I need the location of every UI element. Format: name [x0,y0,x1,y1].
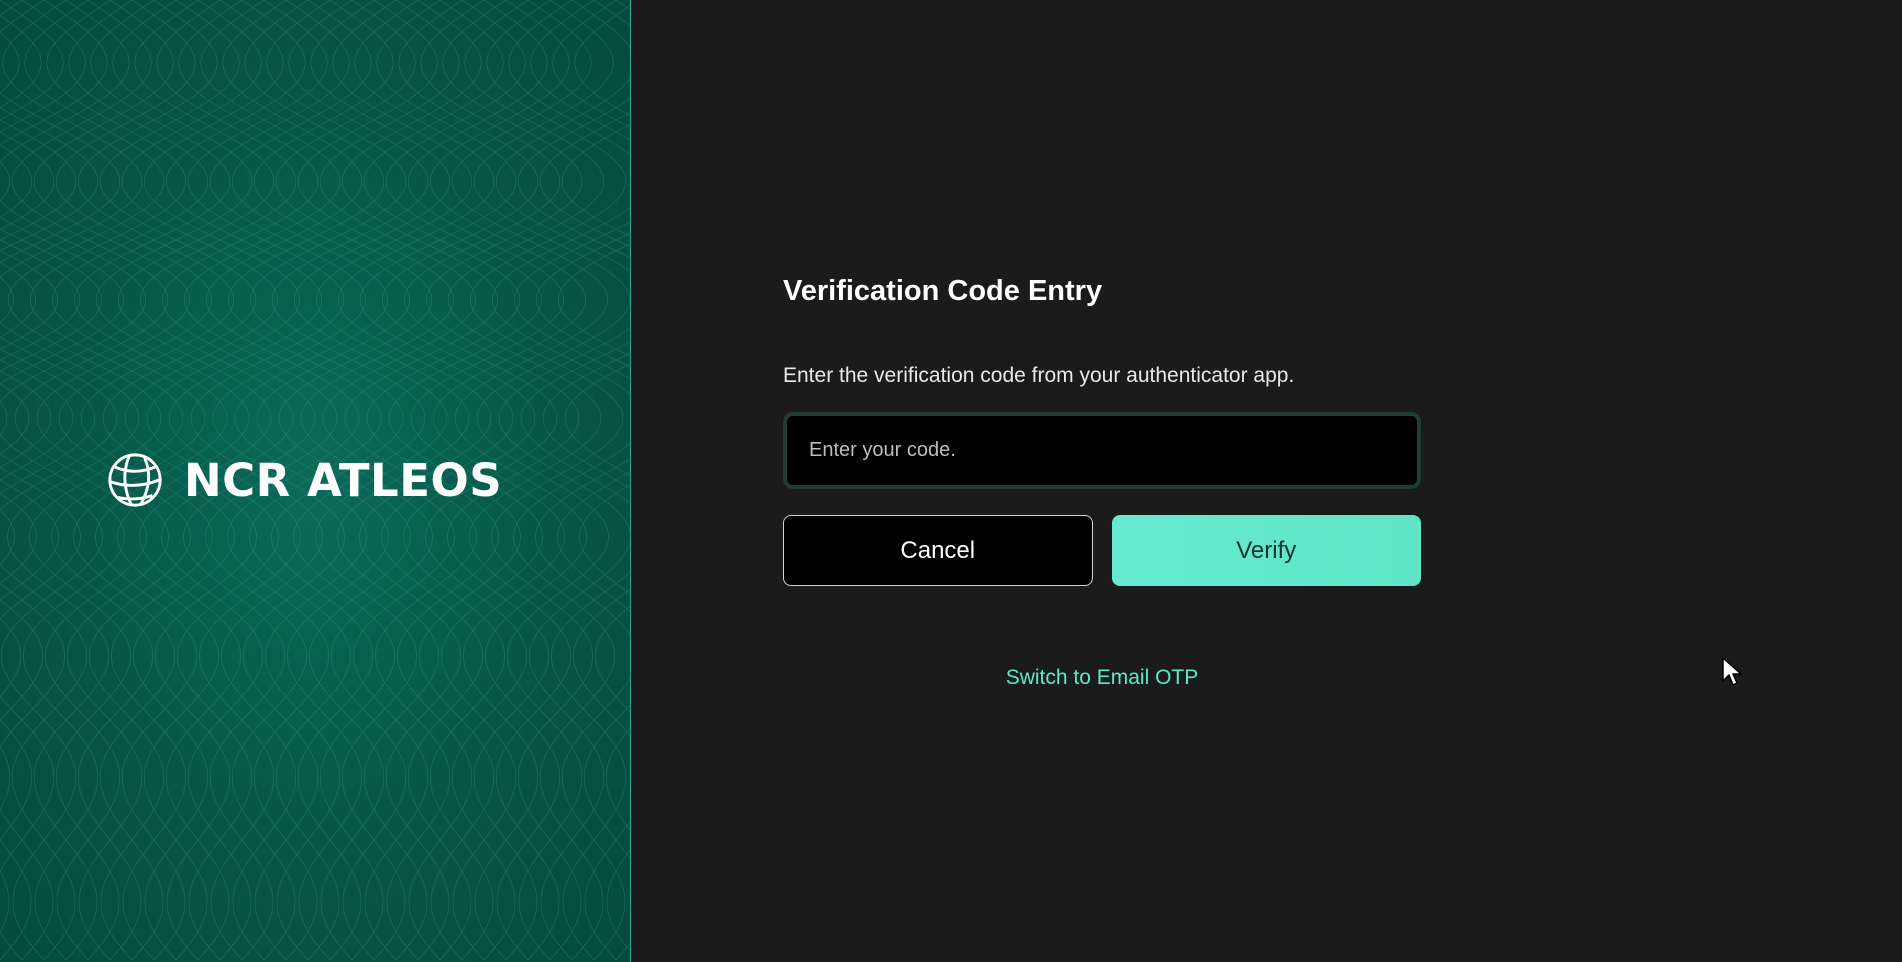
pattern-line [0,0,99,961]
pattern-line [0,131,55,933]
form-panel: Verification Code Entry Enter the verifi… [631,0,1902,962]
brand-logo: NCR ATLEOS [106,451,502,509]
switch-to-email-otp-link[interactable]: Switch to Email OTP [783,666,1421,690]
pattern-line [492,0,630,961]
pattern-line [0,144,33,455]
verification-form: Verification Code Entry Enter the verifi… [783,272,1421,690]
cancel-button[interactable]: Cancel [783,515,1093,586]
instruction-text: Enter the verification code from your au… [783,364,1295,387]
pattern-line [495,0,630,961]
pattern-line [0,0,124,961]
pattern-line [0,276,14,323]
mouse-pointer-icon [1722,657,1742,686]
page-title: Verification Code Entry [783,275,1103,307]
button-row: Cancel Verify [783,515,1421,586]
verify-button[interactable]: Verify [1111,515,1421,586]
brand-panel: NCR ATLEOS [0,0,631,962]
code-input-container [783,412,1421,489]
globe-icon [108,453,162,507]
pattern-line [517,0,630,961]
brand-wordmark: NCR ATLEOS [184,453,503,507]
pattern-line [0,14,58,810]
verification-code-input[interactable] [787,416,1417,485]
login-page: NCR ATLEOS Verification Code Entry Enter… [0,0,1902,962]
